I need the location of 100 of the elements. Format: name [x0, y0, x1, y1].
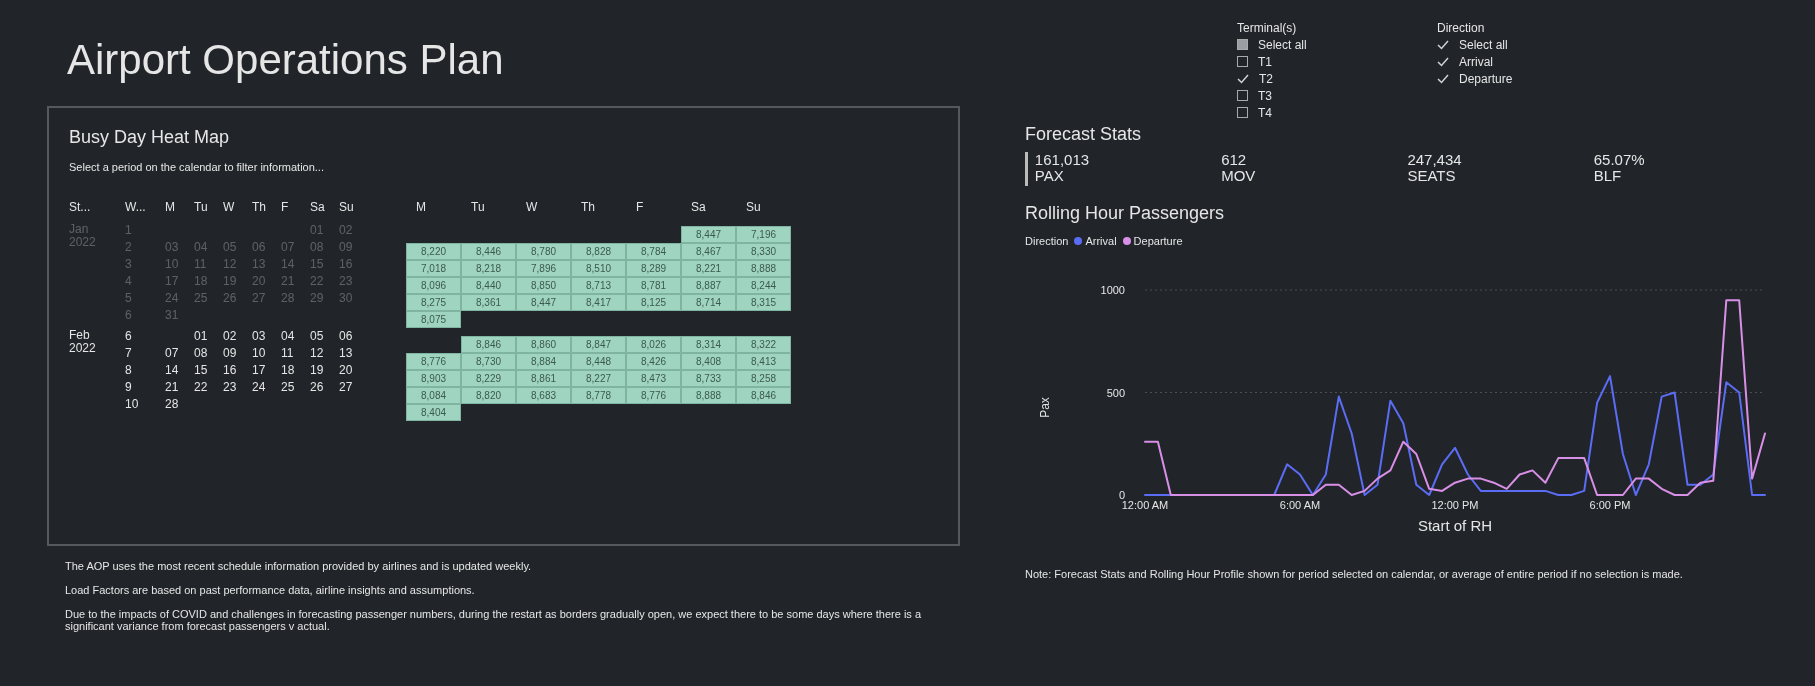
panel-subtitle: Select a period on the calendar to filter information... [69, 160, 325, 175]
stat-value: 247,434 [1407, 152, 1463, 168]
column-header: Th [580, 198, 596, 216]
calendar-day[interactable]: 20 [339, 363, 353, 377]
calendar-day[interactable]: 16 [223, 363, 237, 377]
calendar-day[interactable]: 13 [339, 346, 353, 360]
heat-map-cell[interactable]: 8,447 [681, 225, 736, 243]
column-header: Tu [194, 198, 209, 216]
calendar-day[interactable]: 19 [310, 363, 324, 377]
checkbox[interactable] [1237, 107, 1248, 118]
info-note: Due to the impacts of COVID and challenges in forecasting passenger numbers, during the restart as borders gradually open, we expect there to be some days where there is a significant variance from forecast passengers v actual. [65, 608, 923, 632]
calendar-day[interactable]: 07 [165, 346, 179, 360]
filter-option[interactable]: T4 [1258, 103, 1272, 122]
heat-map-cell[interactable]: 8,322 [736, 335, 791, 353]
week-number[interactable]: 10 [125, 395, 165, 413]
heat-map-cell[interactable]: 8,220 [406, 242, 461, 260]
calendar-day[interactable]: 09 [223, 346, 237, 360]
filter-option[interactable]: Arrival [1459, 52, 1493, 71]
column-header: St... [69, 198, 92, 216]
panel-title: Busy Day Heat Map [69, 126, 231, 149]
filter-option[interactable]: Departure [1459, 69, 1513, 88]
checkmark-icon[interactable] [1237, 73, 1249, 84]
week-number[interactable]: 8 [125, 361, 165, 379]
info-note: Load Factors are based on past performance data, airline insights and assumptions. [65, 584, 476, 596]
calendar-day[interactable]: 05 [310, 329, 324, 343]
x-tick-label: 12:00 PM [1431, 498, 1479, 511]
week-number[interactable]: 9 [125, 378, 165, 396]
y-tick-label: 1000 [1100, 283, 1125, 296]
x-tick-label: 12:00 AM [1121, 498, 1169, 511]
column-header: Su [745, 198, 762, 216]
column-header: Sa [310, 198, 326, 216]
calendar-day[interactable]: 15 [194, 363, 208, 377]
calendar-day[interactable]: 28 [165, 397, 179, 411]
heat-map-cell[interactable]: 8,828 [571, 242, 626, 260]
heat-map-cell[interactable]: 8,780 [516, 242, 571, 260]
calendar-day[interactable]: 22 [194, 380, 208, 394]
calendar-day[interactable]: 27 [339, 380, 353, 394]
legend-title: Direction [1025, 234, 1069, 249]
calendar-day[interactable]: 11 [281, 346, 294, 360]
filter-option[interactable]: T2 [1259, 69, 1273, 88]
heat-map-cell[interactable]: 8,860 [516, 335, 571, 353]
y-tick-label: 0 [1118, 488, 1125, 501]
x-axis-title: Start of RH [1417, 516, 1493, 534]
calendar-day[interactable]: 23 [223, 380, 237, 394]
calendar-day[interactable]: 21 [165, 380, 179, 394]
heat-map-cell[interactable]: 8,784 [626, 242, 681, 260]
calendar-day[interactable]: 18 [281, 363, 295, 377]
column-header: F [281, 198, 290, 216]
stat-label: PAX [1034, 168, 1065, 184]
calendar-day[interactable]: 12 [310, 346, 324, 360]
calendar-day[interactable]: 08 [194, 346, 208, 360]
calendar-day[interactable]: 03 [252, 329, 266, 343]
column-header: M [415, 198, 427, 216]
heat-map-cell[interactable]: 8,847 [571, 335, 626, 353]
column-header: Sa [690, 198, 707, 216]
filter-title: Direction [1437, 20, 1486, 36]
calendar-day[interactable]: 06 [339, 329, 353, 343]
checkbox[interactable] [1237, 90, 1248, 101]
filter-title: Terminal(s) [1237, 20, 1298, 36]
filter-option[interactable]: Select all [1258, 35, 1307, 54]
stat-value: 161,013 [1034, 152, 1091, 168]
heat-map-cell[interactable]: 8,314 [681, 335, 736, 353]
checkmark-icon[interactable] [1437, 56, 1449, 67]
heat-map-cell[interactable]: 8,446 [461, 242, 516, 260]
stat-label: SEATS [1407, 168, 1457, 184]
calendar-day[interactable]: 25 [281, 380, 295, 394]
heat-map-cell[interactable]: 8,776 [406, 352, 461, 370]
checkbox[interactable] [1237, 39, 1248, 50]
filter-option[interactable]: T1 [1258, 52, 1272, 71]
y-axis-title: Pax [1038, 396, 1052, 418]
checkbox[interactable] [1237, 56, 1248, 67]
calendar-day[interactable]: 24 [252, 380, 266, 394]
calendar-day[interactable]: 10 [252, 346, 266, 360]
x-tick-label: 6:00 AM [1279, 498, 1321, 511]
week-number[interactable]: 7 [125, 344, 165, 362]
section-title: Rolling Hour Passengers [1025, 202, 1226, 225]
filter-option[interactable]: Select all [1459, 35, 1508, 54]
heat-map-cell[interactable]: 7,196 [736, 225, 791, 243]
calendar-day[interactable]: 14 [165, 363, 179, 377]
legend-label: Departure [1133, 234, 1183, 249]
calendar-day[interactable]: 04 [281, 329, 295, 343]
column-header: W... [125, 198, 147, 216]
checkmark-icon[interactable] [1437, 39, 1449, 50]
info-note: The AOP uses the most recent schedule information provided by airlines and is updated weekly. [65, 560, 533, 572]
calendar-day[interactable]: 26 [310, 380, 324, 394]
heat-map-cell[interactable]: 8,846 [461, 335, 516, 353]
filter-option[interactable]: T3 [1258, 86, 1272, 105]
heat-map-cell[interactable]: 8,026 [626, 335, 681, 353]
column-header: Su [339, 198, 355, 216]
column-header: Tu [470, 198, 486, 216]
page-title: Airport Operations Plan [67, 36, 505, 84]
checkmark-icon[interactable] [1437, 73, 1449, 84]
calendar-day[interactable]: 17 [252, 363, 266, 377]
month-label[interactable]: Feb 2022 [69, 327, 125, 413]
week-number[interactable]: 6 [125, 327, 165, 345]
calendar-day[interactable]: 02 [223, 329, 237, 343]
calendar-day[interactable]: 01 [194, 329, 208, 343]
stat-value: 612 [1221, 152, 1248, 168]
column-header: M [165, 198, 176, 216]
stat-label: BLF [1593, 168, 1623, 184]
